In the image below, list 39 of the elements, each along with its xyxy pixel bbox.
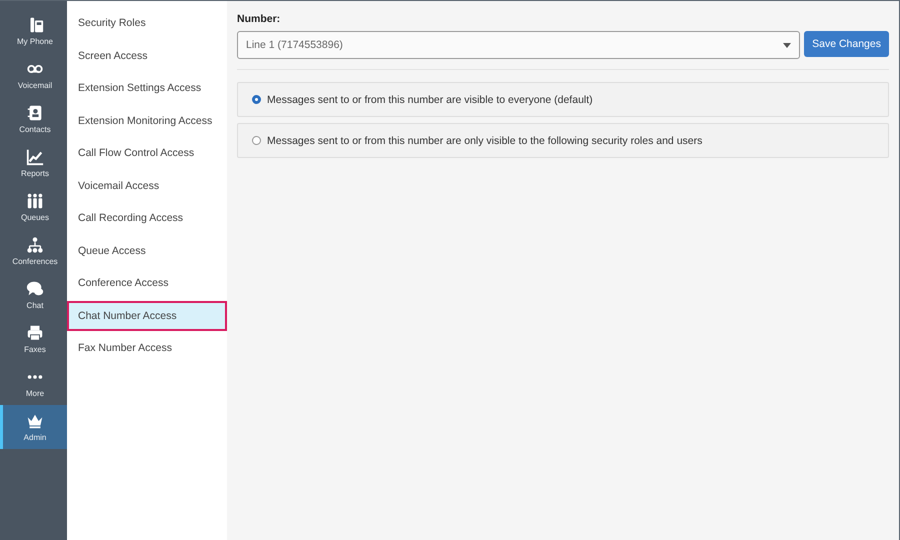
number-label: Number: [237, 13, 282, 25]
save-button[interactable]: Save Changes [804, 31, 889, 57]
caret-icon [783, 42, 792, 48]
chart-icon [26, 148, 44, 166]
option-label: Messages sent to or from this number are only visible to the following security roles and users [267, 134, 702, 146]
submenu-item[interactable]: Fax Number Access [67, 333, 227, 363]
submenu-item[interactable]: Screen Access [67, 40, 227, 70]
submenu-item[interactable]: Queue Access [67, 236, 227, 266]
chat-icon [26, 280, 44, 298]
visibility-option[interactable]: Messages sent to or from this number are only visible to the following security roles and users [237, 123, 889, 158]
submenu-item[interactable]: Call Recording Access [67, 203, 227, 233]
visibility-option[interactable]: Messages sent to or from this number are visible to everyone (default) [237, 82, 889, 117]
number-dropdown[interactable]: Line 1 (7174553896) [237, 31, 800, 59]
submenu-item[interactable]: Voicemail Access [67, 170, 227, 200]
nav-item[interactable]: Contacts [0, 97, 67, 141]
dots-icon [26, 374, 44, 380]
submenu-item[interactable]: Chat Number Access [67, 300, 227, 330]
printer-icon [26, 324, 44, 342]
people-icon [26, 192, 44, 210]
nav-item[interactable]: More [0, 361, 67, 405]
submenu-item[interactable]: Security Roles [67, 8, 227, 38]
option-label: Messages sent to or from this number are visible to everyone (default) [267, 94, 593, 106]
submenu-item[interactable]: Extension Monitoring Access [67, 106, 227, 136]
nav-item[interactable]: Voicemail [0, 53, 67, 97]
nav-item[interactable]: Reports [0, 141, 67, 185]
nav-item[interactable]: Queues [0, 185, 67, 229]
submenu-item[interactable]: Extension Settings Access [67, 73, 227, 103]
radio-button[interactable] [252, 136, 261, 145]
crown-icon [26, 412, 44, 430]
submenu-item[interactable]: Conference Access [67, 268, 227, 298]
nav-item[interactable]: Faxes [0, 317, 67, 361]
radio-button[interactable] [252, 95, 261, 104]
nav-item[interactable]: Conferences [0, 229, 67, 273]
nav-item[interactable]: My Phone [0, 9, 67, 53]
submenu-item[interactable]: Call Flow Control Access [67, 138, 227, 168]
nav-item[interactable]: Admin [0, 405, 67, 449]
contacts-icon [26, 104, 44, 122]
nav-item[interactable]: Chat [0, 273, 67, 317]
tree-icon [26, 236, 44, 254]
